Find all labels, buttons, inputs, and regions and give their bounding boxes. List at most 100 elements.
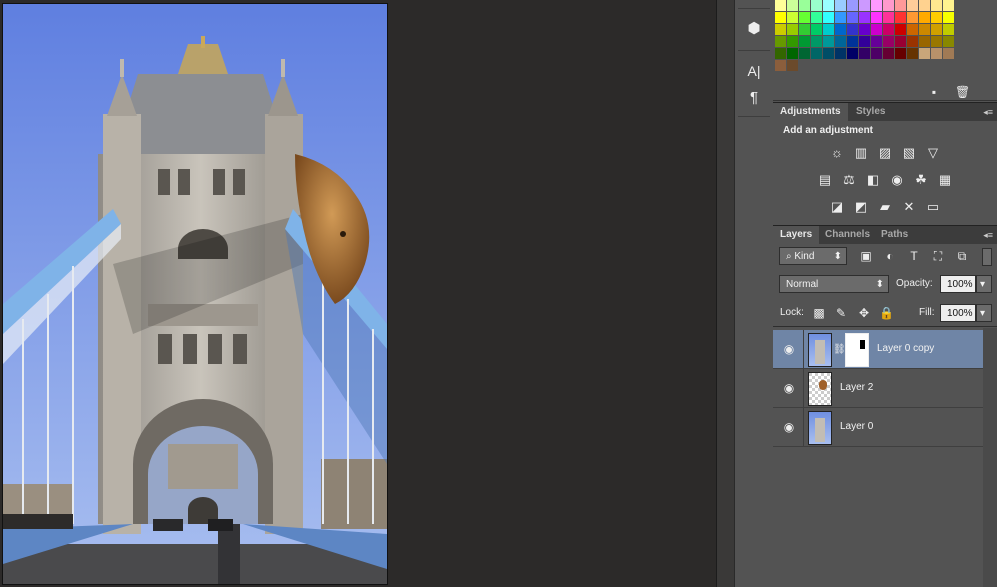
color-swatch[interactable] [835, 48, 846, 59]
selective-color-icon[interactable]: ✕ [900, 199, 918, 215]
canvas-area[interactable] [0, 0, 716, 587]
color-swatch[interactable] [883, 36, 894, 47]
color-swatch[interactable] [847, 12, 858, 23]
lock-image-pixels-icon[interactable]: ✎ [834, 306, 848, 320]
3d-cube-icon[interactable]: ⬢ [742, 18, 766, 40]
color-swatch[interactable] [919, 12, 930, 23]
color-swatch[interactable] [775, 0, 786, 11]
color-swatch[interactable] [895, 24, 906, 35]
color-balance-icon[interactable]: ⚖ [840, 172, 858, 188]
color-swatch[interactable] [811, 0, 822, 11]
color-swatch[interactable] [823, 0, 834, 11]
tab-paths[interactable]: Paths [874, 226, 915, 244]
color-swatch[interactable] [919, 0, 930, 11]
color-swatch[interactable] [775, 36, 786, 47]
color-swatch[interactable] [787, 48, 798, 59]
invert-icon[interactable]: ◪ [828, 199, 846, 215]
layer-filter-select[interactable]: ⌕ Kind ⬍ [779, 247, 847, 265]
gradient-map-icon[interactable]: ▭ [924, 199, 942, 215]
color-swatch[interactable] [823, 12, 834, 23]
layer-name[interactable]: Layer 0 [840, 408, 873, 446]
color-swatch[interactable] [919, 36, 930, 47]
color-swatch[interactable] [811, 24, 822, 35]
color-swatch[interactable] [907, 36, 918, 47]
posterize-icon[interactable]: ◩ [852, 199, 870, 215]
color-swatch[interactable] [823, 24, 834, 35]
curves-icon[interactable]: ▨ [876, 145, 894, 161]
color-swatch[interactable] [907, 0, 918, 11]
color-swatch[interactable] [835, 36, 846, 47]
opacity-input[interactable]: 100% [940, 275, 976, 293]
color-swatch[interactable] [859, 0, 870, 11]
filter-toggle-icon[interactable] [982, 248, 992, 266]
threshold-icon[interactable]: ▰ [876, 199, 894, 215]
brightness-contrast-icon[interactable]: ☼ [828, 145, 846, 161]
color-swatch[interactable] [811, 48, 822, 59]
lock-position-icon[interactable]: ✥ [857, 306, 871, 320]
black-white-icon[interactable]: ◧ [864, 172, 882, 188]
color-swatch[interactable] [835, 24, 846, 35]
color-swatch[interactable] [823, 48, 834, 59]
color-swatch[interactable] [883, 12, 894, 23]
color-swatch[interactable] [919, 24, 930, 35]
eye-icon[interactable]: ◉ [781, 342, 797, 356]
filter-adjustment-icon[interactable]: ◐ [883, 249, 897, 263]
filter-smart-object-icon[interactable]: ⧉ [955, 249, 969, 263]
layers-scrollbar[interactable] [983, 328, 997, 587]
color-swatch[interactable] [787, 60, 798, 71]
layer-row[interactable]: ◉ Layer 2 [773, 369, 983, 408]
layer-name[interactable]: Layer 0 copy [877, 330, 934, 368]
lock-all-icon[interactable]: 🔒 [879, 306, 894, 320]
color-swatch[interactable] [787, 36, 798, 47]
color-swatch[interactable] [799, 24, 810, 35]
color-lookup-icon[interactable]: ▦ [936, 172, 954, 188]
color-swatch[interactable] [931, 12, 942, 23]
new-swatch-icon[interactable]: ▪ [927, 85, 941, 99]
color-swatch[interactable] [775, 24, 786, 35]
layer-row[interactable]: ◉ Layer 0 [773, 408, 983, 447]
color-swatch[interactable] [811, 36, 822, 47]
color-swatch[interactable] [931, 24, 942, 35]
tab-styles[interactable]: Styles [849, 103, 892, 121]
color-swatch[interactable] [787, 12, 798, 23]
color-swatch[interactable] [859, 24, 870, 35]
color-swatch[interactable] [883, 48, 894, 59]
color-swatch[interactable] [847, 0, 858, 11]
color-swatch[interactable] [847, 48, 858, 59]
fill-dropdown-icon[interactable]: ▾ [976, 304, 992, 322]
color-swatch[interactable] [907, 24, 918, 35]
color-swatch[interactable] [775, 12, 786, 23]
color-swatch[interactable] [859, 12, 870, 23]
color-swatch[interactable] [883, 0, 894, 11]
color-swatch[interactable] [943, 36, 954, 47]
levels-icon[interactable]: ▥ [852, 145, 870, 161]
color-swatch[interactable] [799, 36, 810, 47]
panel-menu-icon[interactable]: ◂≡ [983, 226, 993, 244]
eye-icon[interactable]: ◉ [781, 420, 797, 434]
document-canvas[interactable] [2, 3, 388, 585]
color-swatch[interactable] [787, 24, 798, 35]
layer-name[interactable]: Layer 2 [840, 369, 873, 407]
color-swatch[interactable] [859, 48, 870, 59]
color-swatch[interactable] [871, 0, 882, 11]
color-swatch[interactable] [847, 24, 858, 35]
photo-filter-icon[interactable]: ◉ [888, 172, 906, 188]
fill-input[interactable]: 100% [940, 304, 976, 322]
exposure-icon[interactable]: ▧ [900, 145, 918, 161]
color-swatch[interactable] [871, 12, 882, 23]
color-swatch[interactable] [931, 0, 942, 11]
color-swatch[interactable] [799, 48, 810, 59]
hue-saturation-icon[interactable]: ▤ [816, 172, 834, 188]
tab-layers[interactable]: Layers [773, 226, 820, 244]
color-swatch[interactable] [895, 12, 906, 23]
color-swatch[interactable] [895, 48, 906, 59]
color-swatch[interactable] [871, 36, 882, 47]
color-swatch[interactable] [835, 12, 846, 23]
character-icon[interactable]: A| [742, 60, 766, 82]
color-swatch[interactable] [775, 60, 786, 71]
color-swatch[interactable] [799, 12, 810, 23]
color-swatch[interactable] [811, 12, 822, 23]
color-swatch[interactable] [895, 36, 906, 47]
panel-menu-icon[interactable]: ◂≡ [983, 103, 993, 121]
color-swatch[interactable] [907, 12, 918, 23]
